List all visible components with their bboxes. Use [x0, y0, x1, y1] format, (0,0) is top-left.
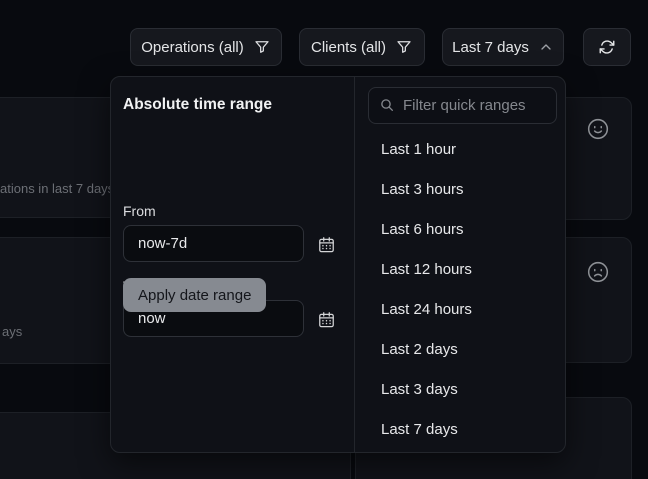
from-label: From — [123, 203, 156, 219]
time-picker-panel: Absolute time range From To Apply date r… — [110, 76, 566, 453]
quick-range-filter — [368, 87, 557, 124]
quick-range-last-12-hours[interactable]: Last 12 hours — [355, 249, 567, 289]
funnel-icon — [253, 38, 271, 56]
time-range-button[interactable]: Last 7 days — [442, 28, 564, 66]
quick-range-last-24-hours[interactable]: Last 24 hours — [355, 289, 567, 329]
time-range-label: Last 7 days — [452, 39, 529, 56]
clients-filter-button[interactable]: Clients (all) — [299, 28, 425, 66]
operations-filter-label: Operations (all) — [141, 39, 244, 56]
refresh-icon — [598, 38, 616, 56]
dashboard-screen: { "toolbar": { "operations_button": { "l… — [0, 0, 648, 479]
calendar-icon — [317, 310, 336, 329]
quick-range-last-3-days[interactable]: Last 3 days — [355, 369, 567, 409]
quick-ranges-pane: Last 1 hour Last 3 hours Last 6 hours La… — [355, 77, 567, 452]
to-calendar-button[interactable] — [314, 307, 338, 331]
refresh-button[interactable] — [583, 28, 631, 66]
from-calendar-button[interactable] — [314, 232, 338, 256]
absolute-time-range-title: Absolute time range — [123, 96, 272, 114]
background-card-caption: ays — [2, 324, 22, 339]
background-card-caption: ations in last 7 days — [0, 181, 114, 196]
quick-ranges-list: Last 1 hour Last 3 hours Last 6 hours La… — [355, 129, 567, 449]
filter-quick-ranges-input[interactable] — [368, 87, 557, 124]
quick-range-last-1-hour[interactable]: Last 1 hour — [355, 129, 567, 169]
quick-range-last-7-days[interactable]: Last 7 days — [355, 409, 567, 449]
from-input[interactable] — [123, 225, 304, 262]
smiley-face-icon — [585, 116, 611, 142]
operations-filter-button[interactable]: Operations (all) — [130, 28, 282, 66]
quick-range-last-2-days[interactable]: Last 2 days — [355, 329, 567, 369]
sad-face-icon — [585, 259, 611, 285]
apply-date-range-button[interactable]: Apply date range — [123, 278, 266, 312]
calendar-icon — [317, 235, 336, 254]
clients-filter-label: Clients (all) — [311, 39, 386, 56]
funnel-icon — [395, 38, 413, 56]
quick-range-last-3-hours[interactable]: Last 3 hours — [355, 169, 567, 209]
quick-range-last-6-hours[interactable]: Last 6 hours — [355, 209, 567, 249]
chevron-up-icon — [538, 39, 554, 55]
